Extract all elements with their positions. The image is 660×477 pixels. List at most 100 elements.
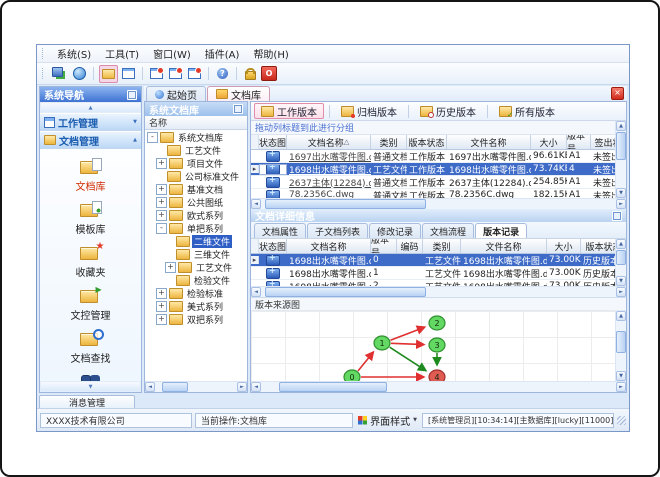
globe-icon[interactable]: [71, 66, 88, 82]
tree-column-header[interactable]: 名称: [145, 116, 247, 130]
scroll-down-icon[interactable]: ▼: [616, 371, 626, 381]
column-header[interactable]: 文件名称: [447, 135, 531, 149]
scroll-down-icon[interactable]: ▼: [616, 276, 626, 286]
tree-node[interactable]: - 系统文档库: [145, 131, 247, 144]
column-header[interactable]: 状态图: [259, 239, 287, 253]
group-by-bar[interactable]: 拖动列标题到此进行分组: [251, 121, 615, 135]
graph-canvas[interactable]: 0 1 2 3 4: [251, 311, 615, 381]
table-row[interactable]: 78.2356C.dwg普通文档工作版本78.2356C.dwg182.15KB…: [251, 189, 615, 198]
versions-vertical-scrollbar[interactable]: ▲ ▼: [615, 239, 626, 286]
scroll-left-icon[interactable]: ◄: [251, 382, 261, 392]
sidebar-item-doc-control[interactable]: 文控管理: [45, 283, 137, 324]
tree-node[interactable]: 三维文件: [145, 248, 247, 261]
collapse-toggle-icon[interactable]: -: [147, 132, 158, 143]
details-tab[interactable]: 版本记录: [475, 223, 528, 238]
expand-toggle-icon[interactable]: +: [156, 197, 167, 208]
column-header[interactable]: 大小: [531, 135, 567, 149]
scroll-down-icon[interactable]: ▼: [616, 188, 626, 198]
tree-node[interactable]: + 双把系列: [145, 313, 247, 326]
tree-node[interactable]: + 公共图纸: [145, 196, 247, 209]
folder-window-icon[interactable]: [99, 64, 118, 83]
table-row[interactable]: 1697出水嘴零件图.dwg普通文档工作版本1697出水嘴零件图.dwg96.6…: [251, 150, 615, 163]
pin-icon[interactable]: [233, 104, 243, 114]
menu-item[interactable]: 系统(S): [50, 45, 98, 62]
expand-toggle-icon[interactable]: +: [156, 184, 167, 195]
lock-icon[interactable]: [242, 66, 259, 82]
window-icon[interactable]: [120, 66, 137, 82]
tab-start[interactable]: 起始页: [146, 86, 206, 102]
close-window-icon[interactable]: [148, 66, 165, 82]
tree-node[interactable]: - 单把系列: [145, 222, 247, 235]
column-header[interactable]: 大小: [547, 239, 581, 253]
tree-horizontal-scrollbar[interactable]: ◄ ►: [145, 381, 247, 392]
details-tab[interactable]: 文档流程: [422, 223, 475, 238]
style-selector[interactable]: 界面样式 ▼: [356, 413, 419, 428]
table-row[interactable]: 1698出水嘴零件图.dwg1工艺文件1698出水嘴零件图.dwg73.00KB…: [251, 267, 615, 280]
column-header[interactable]: 版本号: [567, 135, 591, 149]
tree-node[interactable]: + 欧式系列: [145, 209, 247, 222]
tree-node[interactable]: + 基准文档: [145, 183, 247, 196]
menu-item[interactable]: 窗口(W): [146, 45, 198, 62]
column-header[interactable]: 状态图: [259, 135, 287, 149]
column-header[interactable]: 文档名称: [287, 239, 371, 253]
details-tab[interactable]: 子文档列表: [307, 223, 369, 238]
column-header[interactable]: 版本号: [371, 239, 397, 253]
tab-message-management[interactable]: 消息管理: [39, 395, 135, 409]
tree-node[interactable]: 工艺文件: [145, 144, 247, 157]
column-header[interactable]: 签出状态: [591, 135, 615, 149]
versions-horizontal-scrollbar[interactable]: ◄ ►: [251, 286, 626, 297]
sidebar-group-expanded[interactable]: 文档管理 ▲: [40, 131, 141, 149]
sidebar-group-collapsed[interactable]: 工作管理 ▼: [40, 113, 141, 131]
version-button-0[interactable]: 工作版本: [254, 103, 324, 119]
exit-icon[interactable]: [261, 66, 277, 81]
documents-horizontal-scrollbar[interactable]: ◄ ►: [251, 198, 626, 209]
connect-icon[interactable]: [52, 66, 69, 82]
graph-vertical-scrollbar[interactable]: ▲ ▼: [615, 311, 626, 381]
column-header[interactable]: 文件名称: [461, 239, 547, 253]
scroll-up-icon[interactable]: ▲: [616, 121, 626, 131]
tab-library[interactable]: 文档库: [207, 86, 270, 102]
close-icon[interactable]: ×: [611, 87, 624, 100]
tree-node[interactable]: 检验文件: [145, 274, 247, 287]
sidebar-scroll-down[interactable]: ▼: [40, 381, 141, 392]
column-header[interactable]: 版本状态: [581, 239, 615, 253]
collapse-toggle-icon[interactable]: -: [156, 223, 167, 234]
version-button-3[interactable]: 所有版本: [493, 104, 561, 119]
menu-item[interactable]: 插件(A): [198, 45, 247, 62]
scroll-right-icon[interactable]: ►: [616, 199, 626, 209]
resize-grip[interactable]: [617, 415, 626, 425]
column-header[interactable]: 版本状态: [407, 135, 447, 149]
tree-node[interactable]: + 项目文件: [145, 157, 247, 170]
sidebar-item-folder-search[interactable]: 文件夹查找: [45, 369, 137, 381]
scroll-left-icon[interactable]: ◄: [145, 382, 155, 392]
column-header[interactable]: 文档名称 △: [287, 135, 371, 149]
sidebar-item-library[interactable]: 文档库: [45, 154, 137, 195]
column-header[interactable]: 类别: [423, 239, 461, 253]
pin-icon[interactable]: [127, 89, 137, 100]
documents-vertical-scrollbar[interactable]: ▲ ▼: [615, 121, 626, 198]
scroll-right-icon[interactable]: ►: [616, 382, 626, 392]
menu-item[interactable]: 工具(T): [98, 45, 146, 62]
pin-icon[interactable]: [612, 210, 622, 221]
column-header[interactable]: 类别: [371, 135, 407, 149]
details-tab[interactable]: 文档属性: [254, 223, 307, 238]
version-button-1[interactable]: 归档版本: [335, 104, 403, 119]
scroll-left-icon[interactable]: ◄: [251, 287, 261, 297]
tree-node[interactable]: + 工艺文件: [145, 261, 247, 274]
version-button-2[interactable]: 历史版本: [414, 104, 482, 119]
expand-toggle-icon[interactable]: +: [156, 210, 167, 221]
menu-item[interactable]: 帮助(H): [246, 45, 295, 62]
close-window-icon[interactable]: [167, 66, 184, 82]
column-header[interactable]: 编码: [397, 239, 423, 253]
graph-horizontal-scrollbar[interactable]: ◄ ►: [251, 381, 626, 392]
sidebar-scroll-up[interactable]: ▲: [40, 102, 141, 113]
tree-node[interactable]: 二维文件: [145, 235, 247, 248]
expand-toggle-icon[interactable]: +: [156, 158, 167, 169]
tree-node[interactable]: + 检验标准: [145, 287, 247, 300]
expand-toggle-icon[interactable]: +: [165, 262, 176, 273]
table-row[interactable]: ▸1698出水嘴零件图.dwg工艺文件工作版本1698出水嘴零件图.dwg73.…: [251, 163, 615, 176]
sidebar-item-template[interactable]: 模板库: [45, 197, 137, 238]
details-tab[interactable]: 修改记录: [369, 223, 422, 238]
close-window-icon[interactable]: [186, 66, 203, 82]
sidebar-item-doc-search[interactable]: 文档查找: [45, 326, 137, 367]
